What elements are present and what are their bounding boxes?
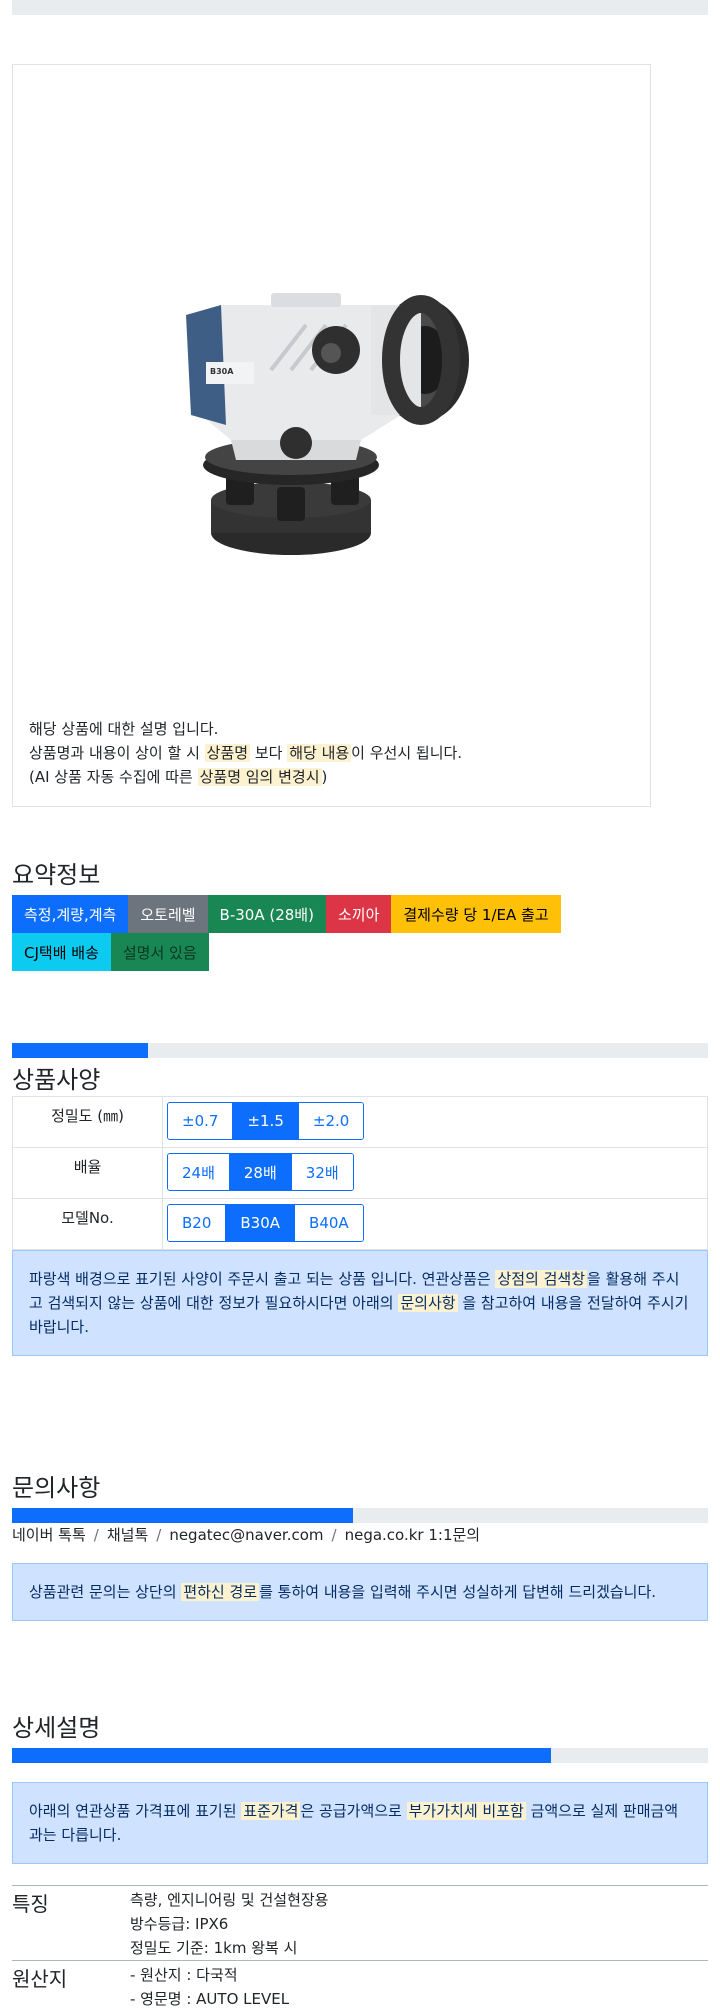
inquiry-notice: 상품관련 문의는 상단의 편하신 경로 를 통하여 내용을 입력해 주시면 성실하… <box>12 1563 708 1621</box>
highlight: 상품명 <box>204 744 251 762</box>
feature-table: 특징 측량, 엔지니어링 및 건설현장용방수등급: IPX6 정밀도 기준: 1km… <box>12 1885 708 2008</box>
product-description: 해당 상품에 대한 설명 입니다. 상품명과 내용이 상이 할 시 상품명 보다… <box>29 717 462 789</box>
spec-option-button[interactable]: B20 <box>168 1205 227 1241</box>
spec-notice: 파랑색 배경으로 표기된 사양이 주문시 출고 되는 상품 입니다. 연관상품은… <box>12 1250 708 1356</box>
summary-badge: CJ택배 배송 <box>12 933 111 971</box>
highlight: 상품명 임의 변경시 <box>197 768 322 786</box>
summary-badge: B-30A (28배) <box>207 895 326 933</box>
highlight: 편하신 경로 <box>181 1583 260 1601</box>
desc-line-2: 상품명과 내용이 상이 할 시 상품명 보다 해당 내용 이 우선시 됩니다. <box>29 744 463 762</box>
spec-option-button[interactable]: B30A <box>226 1205 296 1241</box>
product-card: B30A 해당 상품에 대한 설명 입니다. 상품명과 내용이 상이 할 시 상… <box>12 64 651 807</box>
channel-separator: / <box>93 1526 99 1544</box>
desc-line-1: 해당 상품에 대한 설명 입니다. <box>29 720 219 738</box>
feature-value: 정밀도 기준: 1km 왕복 시 <box>130 1939 298 1957</box>
top-bar <box>12 0 708 15</box>
spec-option-button[interactable]: 28배 <box>229 1154 292 1190</box>
feature-row: 특징 측량, 엔지니어링 및 건설현장용방수등급: IPX6 정밀도 기준: 1km… <box>12 1885 708 1961</box>
spec-row: 정밀도 (㎜) ±0.7 ±1.5 ±2.0 <box>12 1096 708 1148</box>
channel-separator: / <box>156 1526 162 1544</box>
contact-channel-link[interactable]: 채널톡 <box>107 1526 148 1544</box>
contact-channel-link[interactable]: negatec@naver.com <box>169 1526 323 1544</box>
highlight: 해당 내용 <box>287 744 352 762</box>
spec-row: 배율 24배 28배 32배 <box>12 1147 708 1199</box>
summary-badges: 측정,계량,계측 오토레벨 B-30A (28배) 소끼아 결제수량 당 1/EA 출고… <box>12 895 612 971</box>
channel-separator: / <box>331 1526 337 1544</box>
feature-value: - 원산지 : 다국적 <box>130 1966 238 1984</box>
spec-option-button[interactable]: ±1.5 <box>233 1103 299 1139</box>
feature-key: 원산지 <box>12 1960 130 2008</box>
highlight: 표준가격 <box>241 1802 301 1820</box>
summary-title: 요약정보 <box>12 861 101 889</box>
highlight: 문의사항 <box>398 1294 458 1312</box>
spec-row: 모델No. B20 B30A B40A <box>12 1198 708 1250</box>
feature-value: 방수등급: IPX6 <box>130 1915 229 1933</box>
spec-option-group: ±0.7 ±1.5 ±2.0 <box>167 1102 365 1140</box>
spec-option-button[interactable]: 24배 <box>168 1154 230 1190</box>
contact-channels: 네이버 톡톡 / 채널톡 / negatec@naver.com / nega.co.kr … <box>12 1524 480 1545</box>
summary-badge: 설명서 있음 <box>110 933 209 971</box>
spec-option-button[interactable]: ±0.7 <box>168 1103 234 1139</box>
spec-option-button[interactable]: 32배 <box>291 1154 353 1190</box>
spec-label: 배율 <box>12 1147 163 1199</box>
spec-option-group: B20 B30A B40A <box>167 1204 364 1242</box>
desc-line-3: (AI 상품 자동 수집에 따른 상품명 임의 변경시) <box>29 768 328 786</box>
spec-label: 모델No. <box>12 1198 163 1250</box>
contact-channel-link[interactable]: 네이버 톡톡 <box>12 1526 86 1544</box>
highlight: 부가가치세 비포함 <box>406 1802 526 1820</box>
feature-key: 특징 <box>12 1885 130 1961</box>
product-image: B30A <box>186 293 469 555</box>
highlight: 상점의 검색창 <box>495 1270 588 1288</box>
spec-option-group: 24배 28배 32배 <box>167 1153 354 1191</box>
summary-badge: 소끼아 <box>325 895 392 933</box>
feature-row: 원산지 - 원산지 : 다국적 - 영문명 : AUTO LEVEL <box>12 1960 708 2008</box>
price-notice: 아래의 연관상품 가격표에 표기된 표준가격 은 공급가액으로 부가가치세 비포함… <box>12 1782 708 1864</box>
contact-channel-link[interactable]: nega.co.kr 1:1문의 <box>345 1526 481 1544</box>
model-label: B30A <box>210 367 234 376</box>
spec-option-button[interactable]: B40A <box>295 1205 363 1241</box>
summary-badge: 측정,계량,계측 <box>12 895 129 933</box>
specs-title: 상품사양 <box>12 1066 101 1094</box>
inquiry-title: 문의사항 <box>12 1474 101 1502</box>
inquiry-progress-bar <box>12 1508 708 1523</box>
spec-option-button[interactable]: ±2.0 <box>298 1103 364 1139</box>
spec-label: 정밀도 (㎜) <box>12 1096 163 1148</box>
summary-badge: 오토레벨 <box>128 895 208 933</box>
summary-badge: 결제수량 당 1/EA 출고 <box>391 895 561 933</box>
feature-value: 측량, 엔지니어링 및 건설현장용 <box>130 1891 329 1909</box>
specs-progress-bar <box>12 1043 708 1058</box>
spec-table: 정밀도 (㎜) ±0.7 ±1.5 ±2.0 배율 24배 28배 32배 모델No. B20 B3… <box>12 1096 708 1250</box>
feature-value: - 영문명 : AUTO LEVEL <box>130 1990 290 2008</box>
detail-title: 상세설명 <box>12 1714 101 1742</box>
detail-progress-bar <box>12 1748 708 1763</box>
